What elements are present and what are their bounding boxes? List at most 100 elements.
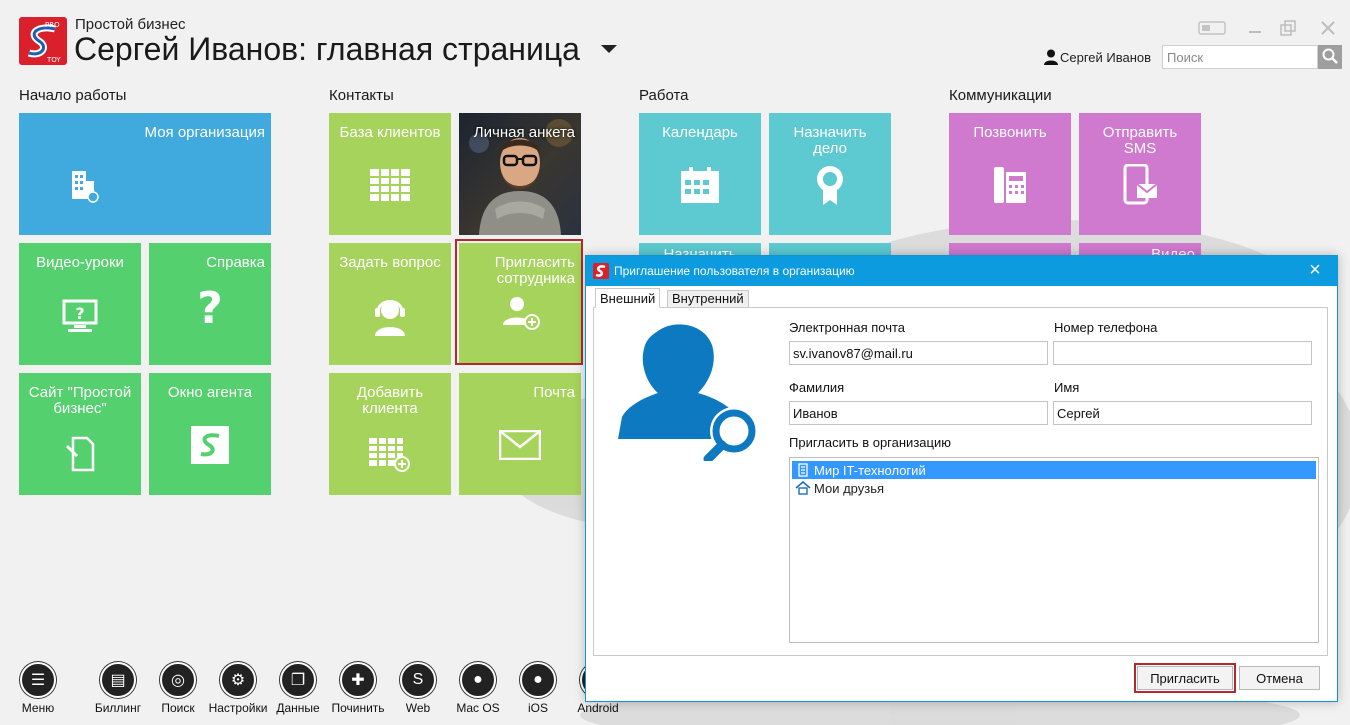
tile-add-client[interactable]: Добавить клиента	[329, 373, 451, 495]
tile-label: Назначить	[663, 246, 737, 256]
taskbar-label: iOS	[527, 701, 548, 715]
tab-internal[interactable]: Внутренний	[667, 290, 749, 308]
tile-work-hidden-2[interactable]	[769, 243, 891, 255]
taskbar-label: Web	[405, 701, 431, 715]
svg-text:?: ?	[197, 285, 223, 329]
toggle-switch-icon[interactable]	[1198, 19, 1226, 37]
tile-call[interactable]: Позвонить	[949, 113, 1071, 235]
user-search-icon	[618, 324, 758, 461]
tile-assign-task[interactable]: Назначить дело	[769, 113, 891, 235]
document-link-icon	[65, 436, 95, 472]
tile-send-sms[interactable]: Отправить SMS	[1079, 113, 1201, 235]
svg-text:TOY: TOY	[46, 56, 61, 64]
tile-ask-question[interactable]: Задать вопрос	[329, 243, 451, 365]
tile-personal-profile[interactable]: Личная анкета	[459, 113, 581, 235]
taskbar-search[interactable]: ◎ Поиск	[148, 662, 208, 715]
tile-label: Сайт "Простой бизнес"	[28, 384, 132, 417]
email-label: Электронная почта	[789, 320, 906, 335]
svg-text:?: ?	[75, 304, 84, 323]
phone-field[interactable]	[1053, 341, 1312, 365]
tile-client-base[interactable]: База клиентов	[329, 113, 451, 235]
group-title-work: Работа	[639, 87, 689, 104]
search-input[interactable]	[1162, 45, 1318, 69]
tile-site[interactable]: Сайт "Простой бизнес"	[19, 373, 141, 495]
current-user-name: Сергей Иванов	[1060, 49, 1152, 65]
billing-icon: ▤	[100, 662, 136, 698]
tile-agent-window[interactable]: Окно агента	[149, 373, 271, 495]
organization-list[interactable]: Мир IT-технологий Мои друзья	[789, 457, 1319, 643]
first-name-field[interactable]	[1053, 401, 1312, 425]
taskbar-data[interactable]: ❐ Данные	[268, 662, 328, 715]
taskbar-label: Биллинг	[94, 701, 142, 715]
tile-label: Личная анкета	[473, 124, 575, 141]
taskbar-web[interactable]: S Web	[388, 662, 448, 715]
mobile-sms-icon	[1123, 164, 1158, 205]
tile-mail[interactable]: Почта	[459, 373, 581, 495]
taskbar-ios[interactable]: ● iOS	[508, 662, 568, 715]
gear-icon: ⚙	[220, 662, 256, 698]
taskbar-menu[interactable]: ☰ Меню	[8, 662, 68, 715]
dialog-close-icon[interactable]: ×	[1305, 260, 1325, 280]
tile-comm-hidden-2[interactable]: Видео	[1079, 243, 1201, 255]
tile-my-organization[interactable]: Моя организация	[19, 113, 271, 235]
tile-label: Отправить SMS	[1102, 124, 1178, 157]
building-icon	[792, 463, 814, 477]
tab-panel-external: Электронная почта Номер телефона Фамилия…	[593, 307, 1328, 656]
envelope-icon	[499, 430, 541, 460]
taskbar-billing[interactable]: ▤ Биллинг	[88, 662, 148, 715]
tile-calendar[interactable]: Календарь	[639, 113, 761, 235]
taskbar-macos[interactable]: ● Mac OS	[448, 662, 508, 715]
current-user[interactable]: Сергей Иванов	[1044, 48, 1151, 66]
search-icon	[1322, 48, 1338, 64]
tile-label: Справка	[206, 254, 265, 271]
invite-button[interactable]: Пригласить	[1134, 663, 1236, 693]
organization-label: Пригласить в организацию	[789, 435, 951, 450]
web-logo-icon: S	[400, 662, 436, 698]
restore-icon[interactable]	[1279, 19, 1297, 37]
tile-video-lessons[interactable]: Видео-уроки ?	[19, 243, 141, 365]
tile-help[interactable]: Справка ?	[149, 243, 271, 365]
taskbar-repair[interactable]: ✚ Починить	[328, 662, 388, 715]
dialog-title: Приглашение пользователя в организацию	[614, 264, 855, 278]
tile-label: Почта	[533, 384, 575, 401]
taskbar-label: Починить	[331, 701, 385, 715]
title-dropdown-caret-icon[interactable]	[601, 45, 617, 53]
email-field[interactable]	[789, 341, 1048, 365]
calendar-icon	[681, 167, 719, 203]
tile-comm-hidden[interactable]	[949, 243, 1071, 255]
headset-operator-icon	[375, 300, 405, 336]
search-button[interactable]	[1318, 45, 1342, 69]
data-windows-icon: ❐	[280, 662, 316, 698]
tile-label: База клиентов	[339, 124, 441, 141]
dialog-title-bar[interactable]: Приглашение пользователя в организацию ×	[586, 256, 1337, 286]
last-name-label: Фамилия	[789, 380, 845, 395]
list-item[interactable]: Мои друзья	[792, 479, 1316, 497]
list-item[interactable]: Мир IT-технологий	[792, 461, 1316, 479]
desk-phone-icon	[994, 167, 1026, 203]
last-name-field[interactable]	[789, 401, 1048, 425]
apple-icon: ●	[520, 662, 556, 698]
taskbar-label: Android	[577, 701, 619, 715]
tile-work-hidden[interactable]: Назначить	[639, 243, 761, 255]
add-to-table-icon	[369, 438, 410, 472]
taskbar-label: Данные	[276, 701, 320, 715]
close-window-icon[interactable]	[1319, 19, 1337, 37]
phone-label: Номер телефона	[1054, 320, 1158, 335]
taskbar-settings[interactable]: ⚙ Настройки	[208, 662, 268, 715]
building-icon	[72, 171, 99, 203]
first-name-label: Имя	[1054, 380, 1080, 395]
tile-label: Видео	[1151, 246, 1195, 256]
tile-label: Задать вопрос	[339, 254, 441, 271]
page-title[interactable]: Сергей Иванов: главная страница	[74, 31, 580, 68]
taskbar-label: Меню	[21, 701, 55, 715]
organization-name: Мои друзья	[814, 480, 885, 496]
tab-external[interactable]: Внешний	[595, 288, 661, 308]
app-logo: PRO TOY	[19, 17, 67, 65]
organization-name: Мир IT-технологий	[814, 462, 926, 478]
cancel-button[interactable]: Отмена	[1239, 666, 1320, 690]
agent-logo-icon	[191, 426, 229, 464]
invite-tile-highlight	[455, 239, 583, 365]
tile-label: Календарь	[662, 124, 738, 141]
home-icon	[792, 481, 814, 495]
minimize-icon[interactable]	[1247, 19, 1265, 37]
